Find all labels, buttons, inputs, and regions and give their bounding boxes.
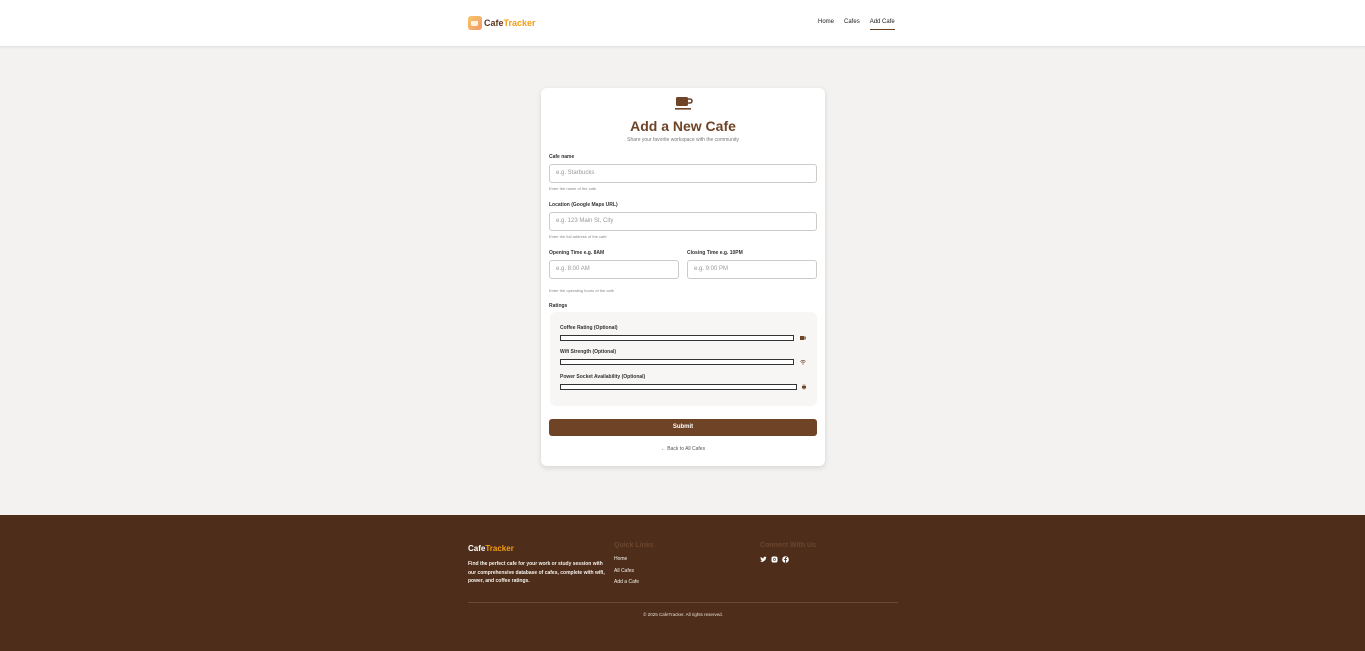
site-footer: CafeTracker Find the perfect cafe for yo… — [0, 515, 1365, 651]
cafe-name-help: Enter the name of the cafe — [549, 186, 597, 191]
coffee-rating-slider[interactable] — [560, 335, 794, 341]
cafe-logo-icon — [468, 16, 482, 30]
nav-home[interactable]: Home — [818, 19, 834, 30]
plug-icon — [802, 384, 806, 390]
instagram-icon[interactable] — [771, 556, 778, 563]
power-socket-label: Power Socket Availability (Optional) — [560, 374, 646, 380]
connect-heading: Connect With Us — [760, 542, 816, 549]
coffee-cup-icon — [675, 97, 693, 110]
social-links — [760, 556, 789, 563]
facebook-icon[interactable] — [782, 556, 789, 563]
brand-name: CafeTracker — [484, 18, 536, 28]
opening-time-input[interactable]: e.g. 8:00 AM — [549, 260, 679, 279]
footer-link-home[interactable]: Home — [614, 556, 639, 568]
wifi-strength-label: Wifi Strength (Optional) — [560, 349, 617, 355]
add-cafe-card: Add a New Cafe Share your favorite works… — [541, 88, 825, 466]
form-subtitle: Share your favorite workspace with the c… — [627, 137, 739, 143]
location-help: Enter the full address of the cafe — [549, 234, 607, 239]
nav-add-cafe[interactable]: Add Cafe — [869, 19, 895, 30]
submit-button[interactable]: Submit — [549, 419, 817, 436]
coffee-rating-label: Coffee Rating (Optional) — [560, 325, 618, 331]
opening-time-label: Opening Time e.g. 8AM — [549, 250, 605, 256]
coffee-icon — [800, 336, 806, 340]
main-nav: Home Cafes Add Cafe — [818, 19, 895, 30]
quick-links-list: Home All Cafes Add a Cafe — [614, 556, 639, 591]
twitter-icon[interactable] — [760, 556, 767, 563]
quick-links-heading: Quick Links — [614, 542, 654, 549]
brand-logo[interactable]: CafeTracker — [468, 16, 536, 30]
footer-divider — [468, 602, 898, 603]
power-socket-slider[interactable] — [560, 384, 797, 390]
location-label: Location (Google Maps URL) — [549, 202, 618, 208]
footer-description: Find the perfect cafe for your work or s… — [468, 561, 605, 584]
location-input[interactable]: e.g. 123 Main St, City — [549, 212, 817, 231]
footer-link-add-cafe[interactable]: Add a Cafe — [614, 579, 639, 591]
back-to-cafes-link[interactable]: ← Back to All Cafes — [541, 446, 825, 452]
cafe-name-input[interactable]: e.g. Starbucks — [549, 164, 817, 183]
ratings-panel: Coffee Rating (Optional) Wifi Strength (… — [550, 312, 817, 406]
hours-help: Enter the operating hours of the cafe — [549, 288, 614, 293]
closing-time-label: Closing Time e.g. 10PM — [687, 250, 743, 256]
closing-time-input[interactable]: e.g. 9:00 PM — [687, 260, 817, 279]
copyright: © 2025 CafeTracker. All rights reserved. — [643, 612, 723, 617]
wifi-strength-slider[interactable] — [560, 359, 794, 365]
wifi-icon — [800, 359, 806, 365]
cafe-name-label: Cafe name — [549, 154, 575, 160]
ratings-label: Ratings — [549, 303, 568, 309]
footer-link-all-cafes[interactable]: All Cafes — [614, 568, 639, 580]
site-header: CafeTracker Home Cafes Add Cafe — [0, 0, 1365, 47]
nav-cafes[interactable]: Cafes — [844, 19, 860, 30]
footer-brand: CafeTracker — [468, 544, 514, 553]
form-title: Add a New Cafe — [630, 118, 736, 134]
